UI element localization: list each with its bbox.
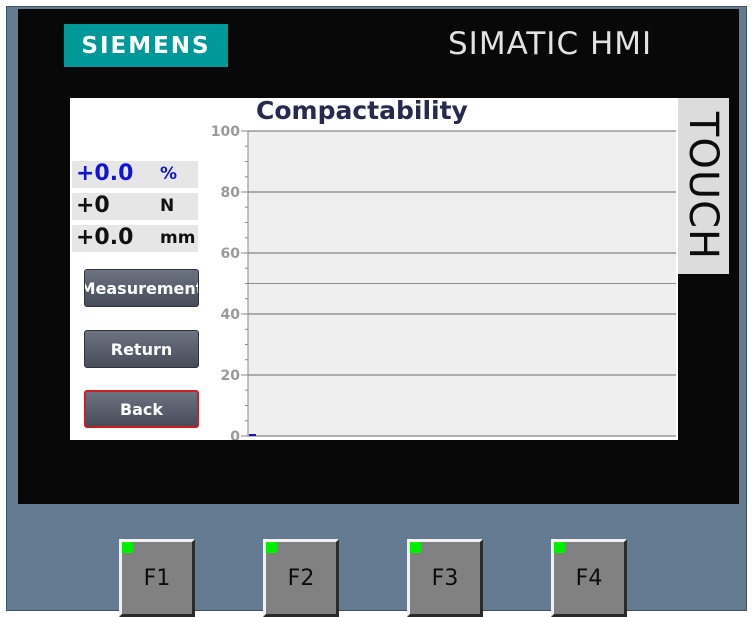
siemens-logo: SIEMENS — [64, 24, 228, 67]
y-tick-label: 0 — [230, 429, 240, 440]
hmi-screen: 0 20 40 60 80 100 Compactability +0.0 % +0 N … — [70, 98, 678, 440]
f3-led-indicator — [410, 542, 421, 553]
force-value: +0 — [76, 193, 110, 218]
y-tick-label: 80 — [221, 185, 241, 201]
compactability-value: +0.0 — [76, 161, 134, 186]
function-key-f4[interactable]: F4 — [551, 539, 627, 617]
force-unit: N — [160, 196, 175, 216]
y-tick-label: 40 — [221, 307, 241, 323]
y-tick-label: 60 — [221, 246, 241, 262]
function-key-f2[interactable]: F2 — [263, 539, 339, 617]
distance-value: +0.0 — [76, 225, 134, 250]
f4-led-indicator — [554, 542, 565, 553]
function-key-f1[interactable]: F1 — [119, 539, 195, 617]
force-readout: +0 N — [72, 193, 198, 220]
compactability-readout: +0.0 % — [72, 161, 198, 188]
f3-label: F3 — [431, 565, 459, 591]
return-button[interactable]: Return — [84, 330, 199, 368]
f2-led-indicator — [266, 542, 277, 553]
model-label: SIMATIC HMI — [448, 26, 653, 62]
f2-label: F2 — [287, 565, 315, 591]
function-key-f3[interactable]: F3 — [407, 539, 483, 617]
y-tick-label: 20 — [221, 368, 241, 384]
measurement-button[interactable]: Measurement — [84, 269, 199, 307]
f1-led-indicator — [122, 542, 133, 553]
f1-label: F1 — [143, 565, 171, 591]
distance-unit: mm — [160, 228, 196, 248]
y-tick-label: 100 — [211, 124, 240, 140]
distance-readout: +0.0 mm — [72, 225, 198, 252]
screen-title: Compactability — [256, 98, 468, 125]
f4-label: F4 — [575, 565, 603, 591]
touch-label: TOUCH — [680, 111, 726, 261]
compactability-unit: % — [160, 164, 178, 184]
back-button[interactable]: Back — [84, 390, 199, 428]
